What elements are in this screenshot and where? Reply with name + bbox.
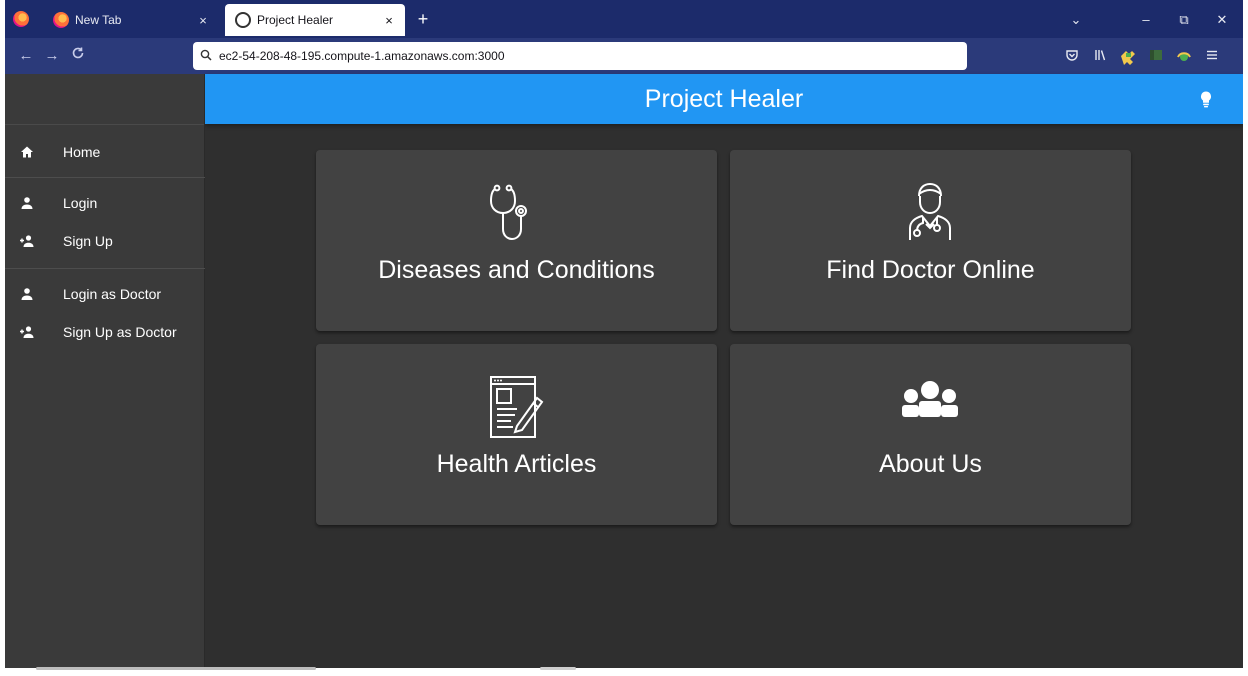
card-label: Health Articles	[436, 450, 597, 478]
address-bar[interactable]: ec2-54-208-48-195.compute-1.amazonaws.co…	[193, 42, 967, 70]
navigation-toolbar: ← → ec2-54-208-48-195.compute-1.amazonaw…	[5, 38, 1243, 74]
card-label: Find Doctor Online	[826, 256, 1035, 284]
search-icon	[193, 49, 219, 64]
tab-close-icon[interactable]: ×	[193, 13, 213, 28]
home-icon	[17, 142, 37, 162]
tab-strip: New Tab × Project Healer × + ⌄ – ⧉ ✕	[5, 0, 1243, 38]
sidebar-item-label: Login	[63, 195, 98, 211]
person-add-icon	[17, 231, 37, 251]
page-title: Project Healer	[644, 85, 804, 113]
extension-icon[interactable]	[1119, 48, 1137, 66]
theme-toggle-button[interactable]	[1195, 88, 1217, 110]
forward-button[interactable]: →	[41, 45, 63, 67]
sidebar-divider	[5, 177, 205, 178]
firefox-favicon-icon	[53, 12, 69, 28]
tab-title: Project Healer	[257, 13, 334, 27]
library-icon[interactable]	[1091, 48, 1109, 66]
firefox-logo-icon[interactable]	[13, 11, 29, 27]
browser-window: New Tab × Project Healer × + ⌄ – ⧉ ✕ ← →…	[5, 0, 1243, 668]
project-healer-favicon-icon	[235, 12, 251, 28]
new-tab-button[interactable]: +	[411, 8, 435, 32]
person-icon	[17, 193, 37, 213]
minimize-button[interactable]: –	[1131, 8, 1161, 32]
sidebar-divider	[5, 268, 205, 269]
sidebar-item-login-as-doctor[interactable]: Login as Doctor	[5, 275, 205, 313]
reload-button[interactable]	[67, 45, 89, 67]
tab-close-icon[interactable]: ×	[379, 13, 399, 28]
sidebar-item-sign-up-as-doctor[interactable]: Sign Up as Doctor	[5, 313, 205, 351]
sidebar-icon[interactable]	[1147, 48, 1165, 66]
group-icon	[890, 374, 970, 440]
pocket-icon[interactable]	[1063, 48, 1081, 66]
sidebar-item-home[interactable]: Home	[5, 133, 205, 171]
horizontal-scrollbar-thumb[interactable]	[540, 667, 576, 670]
card-diseases-and-conditions[interactable]: Diseases and Conditions	[316, 150, 717, 331]
tab-project-healer[interactable]: Project Healer ×	[225, 4, 405, 36]
addon-icon[interactable]	[1175, 48, 1193, 66]
card-about-us[interactable]: About Us	[730, 344, 1131, 525]
card-label: About Us	[879, 450, 982, 478]
back-button[interactable]: ←	[15, 45, 37, 67]
person-icon	[17, 284, 37, 304]
horizontal-scrollbar[interactable]	[36, 667, 316, 670]
list-all-tabs-icon[interactable]: ⌄	[1061, 8, 1091, 32]
doctor-icon	[890, 180, 970, 246]
card-label: Diseases and Conditions	[378, 256, 655, 284]
tab-title: New Tab	[75, 13, 122, 27]
sidebar-item-login[interactable]: Login	[5, 184, 205, 222]
app-header: Project Healer	[205, 74, 1243, 124]
url-text[interactable]: ec2-54-208-48-195.compute-1.amazonaws.co…	[219, 49, 505, 63]
article-icon	[476, 374, 556, 440]
tab-new-tab[interactable]: New Tab ×	[43, 4, 219, 36]
restore-button[interactable]: ⧉	[1169, 8, 1199, 32]
reload-icon	[72, 47, 84, 59]
card-health-articles[interactable]: Health Articles	[316, 344, 717, 525]
sidebar-item-label: Sign Up as Doctor	[63, 324, 177, 340]
sidebar-item-label: Home	[63, 144, 101, 160]
sidebar-item-sign-up[interactable]: Sign Up	[5, 222, 205, 260]
close-window-button[interactable]: ✕	[1207, 8, 1237, 32]
menu-icon[interactable]	[1203, 48, 1221, 66]
person-add-icon	[17, 322, 37, 342]
card-find-doctor-online[interactable]: Find Doctor Online	[730, 150, 1131, 331]
sidebar-item-label: Sign Up	[63, 233, 113, 249]
sidebar: Home Login Sign Up Login as Doctor Sign …	[5, 74, 205, 668]
lightbulb-icon	[1201, 91, 1211, 108]
sidebar-item-label: Login as Doctor	[63, 286, 162, 302]
sidebar-header	[5, 74, 204, 125]
stethoscope-icon	[476, 180, 556, 246]
